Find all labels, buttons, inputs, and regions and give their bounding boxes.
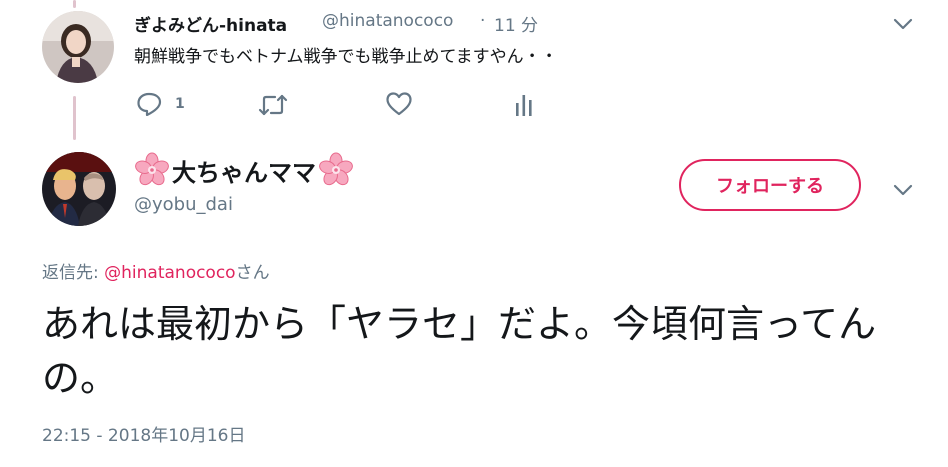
main-timestamp[interactable]: 22:15 - 2018年10月16日: [42, 421, 245, 446]
chevron-down-icon: [893, 184, 913, 196]
retweet-icon: [258, 94, 288, 116]
thread-line-middle: [73, 96, 76, 140]
main-display-name: 大ちゃんママ: [172, 158, 316, 187]
replying-to: 返信先: @hinatanococoさん: [42, 258, 270, 283]
main-tweet-text: あれは最初から「ヤラセ」だよ。今頃何言ってんの。: [42, 302, 877, 400]
reply-action-like[interactable]: [386, 92, 412, 116]
reply-display-name[interactable]: ぎよみどん-hinata: [134, 11, 287, 36]
reply-menu-chevron[interactable]: [893, 16, 913, 35]
replying-to-prefix: 返信先:: [42, 263, 105, 283]
main-avatar[interactable]: [42, 152, 116, 226]
analytics-icon: [516, 95, 532, 116]
main-menu-chevron[interactable]: [893, 182, 913, 201]
reply-icon: [137, 92, 162, 116]
replying-to-mention[interactable]: @hinatanococo: [104, 263, 235, 283]
reply-action-retweet[interactable]: [258, 94, 288, 116]
cherry-blossom-icon: [319, 152, 353, 186]
replying-to-suffix: さん: [235, 263, 270, 283]
follow-button[interactable]: フォローする: [679, 159, 861, 211]
reply-handle[interactable]: @hinatanococo: [322, 11, 453, 31]
reply-avatar[interactable]: [42, 11, 114, 83]
reply-text: 朝鮮戦争でもベトナム戦争でも戦争止めてますやん・・: [134, 47, 558, 67]
reply-action-analytics[interactable]: [513, 93, 535, 117]
thread-line-top: [73, 0, 76, 8]
chevron-down-icon: [893, 18, 913, 30]
reply-time-ago[interactable]: 11 分: [494, 11, 538, 36]
reply-separator: ·: [480, 11, 486, 31]
main-handle[interactable]: @yobu_dai: [134, 194, 233, 215]
main-display-name-row[interactable]: 大ちゃんママ: [134, 152, 354, 188]
cherry-blossom-icon: [135, 152, 169, 186]
reply-count: 1: [175, 96, 185, 112]
like-icon: [386, 92, 412, 116]
reply-action-reply[interactable]: 1: [137, 92, 185, 116]
